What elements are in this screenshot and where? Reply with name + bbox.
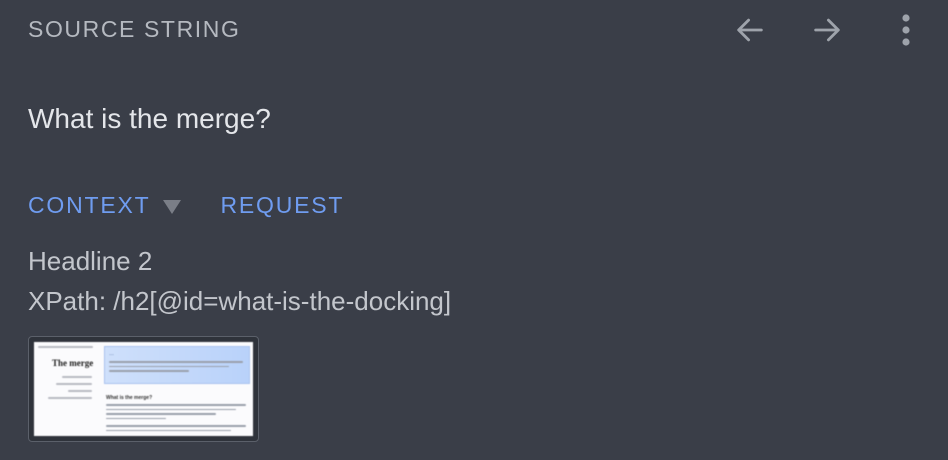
thumbnail-preview: The merge … What is the merge? <box>34 342 253 436</box>
context-element-type: Headline 2 <box>28 246 153 276</box>
source-string-text: What is the merge? <box>28 103 271 134</box>
context-xpath: XPath: /h2[@id=what-is-the-docking] <box>28 286 452 316</box>
more-vertical-icon <box>902 14 910 46</box>
thumbnail-heading: The merge <box>52 358 94 368</box>
thumbnail-side-links <box>48 376 94 404</box>
thumbnail-body-lines <box>106 404 246 434</box>
thumbnail-banner-title: … <box>109 351 114 357</box>
tab-context-label: CONTEXT <box>28 192 151 218</box>
screenshot-thumbnail[interactable]: The merge … What is the merge? <box>28 336 259 442</box>
context-tabs: CONTEXT REQUEST <box>28 192 344 219</box>
thumbnail-subheading: What is the merge? <box>106 395 153 401</box>
tab-context[interactable]: CONTEXT <box>28 192 181 219</box>
previous-button[interactable] <box>728 8 772 52</box>
chevron-down-icon[interactable] <box>162 199 181 214</box>
arrow-right-icon <box>814 18 840 42</box>
thumbnail-highlight-banner: … <box>104 346 250 384</box>
section-title: SOURCE STRING <box>28 16 241 42</box>
arrow-left-icon <box>737 18 763 42</box>
more-options-button[interactable] <box>884 8 928 52</box>
next-button[interactable] <box>805 8 849 52</box>
tab-request[interactable]: REQUEST <box>221 192 345 219</box>
tab-request-label: REQUEST <box>220 192 345 218</box>
